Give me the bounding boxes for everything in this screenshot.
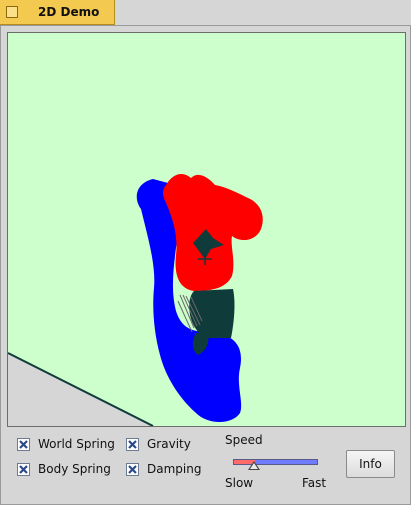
dark-structure bbox=[189, 289, 235, 338]
check-x-icon bbox=[19, 439, 28, 449]
fast-label: Fast bbox=[302, 476, 327, 490]
checkbox-box[interactable] bbox=[17, 462, 30, 476]
checkbox-box[interactable] bbox=[126, 437, 139, 451]
window-icon bbox=[6, 6, 18, 18]
slow-label: Slow bbox=[225, 476, 254, 490]
world-spring-checkbox[interactable]: World Spring bbox=[17, 437, 115, 451]
gravity-label: Gravity bbox=[147, 437, 191, 451]
gravity-checkbox[interactable]: Gravity bbox=[126, 437, 191, 451]
speed-slider-track[interactable] bbox=[233, 459, 318, 465]
checkbox-box[interactable] bbox=[17, 437, 30, 451]
body-spring-checkbox[interactable]: Body Spring bbox=[17, 462, 111, 476]
checkbox-box[interactable] bbox=[126, 462, 139, 476]
check-x-icon bbox=[19, 464, 28, 474]
speed-label: Speed bbox=[225, 433, 263, 447]
damping-label: Damping bbox=[147, 462, 202, 476]
simulation-canvas[interactable] bbox=[7, 32, 406, 427]
check-x-icon bbox=[128, 439, 137, 449]
speed-slider-thumb[interactable] bbox=[248, 461, 260, 470]
window-tab[interactable]: 2D Demo bbox=[0, 0, 115, 25]
info-button[interactable]: Info bbox=[346, 450, 395, 478]
window-title: 2D Demo bbox=[38, 5, 100, 19]
check-x-icon bbox=[128, 464, 137, 474]
world-spring-label: World Spring bbox=[38, 437, 115, 451]
title-bar: 2D Demo bbox=[0, 0, 411, 26]
damping-checkbox[interactable]: Damping bbox=[126, 462, 201, 476]
red-softbody bbox=[163, 173, 263, 291]
body-spring-label: Body Spring bbox=[38, 462, 111, 476]
simulation-drawing bbox=[8, 173, 263, 426]
